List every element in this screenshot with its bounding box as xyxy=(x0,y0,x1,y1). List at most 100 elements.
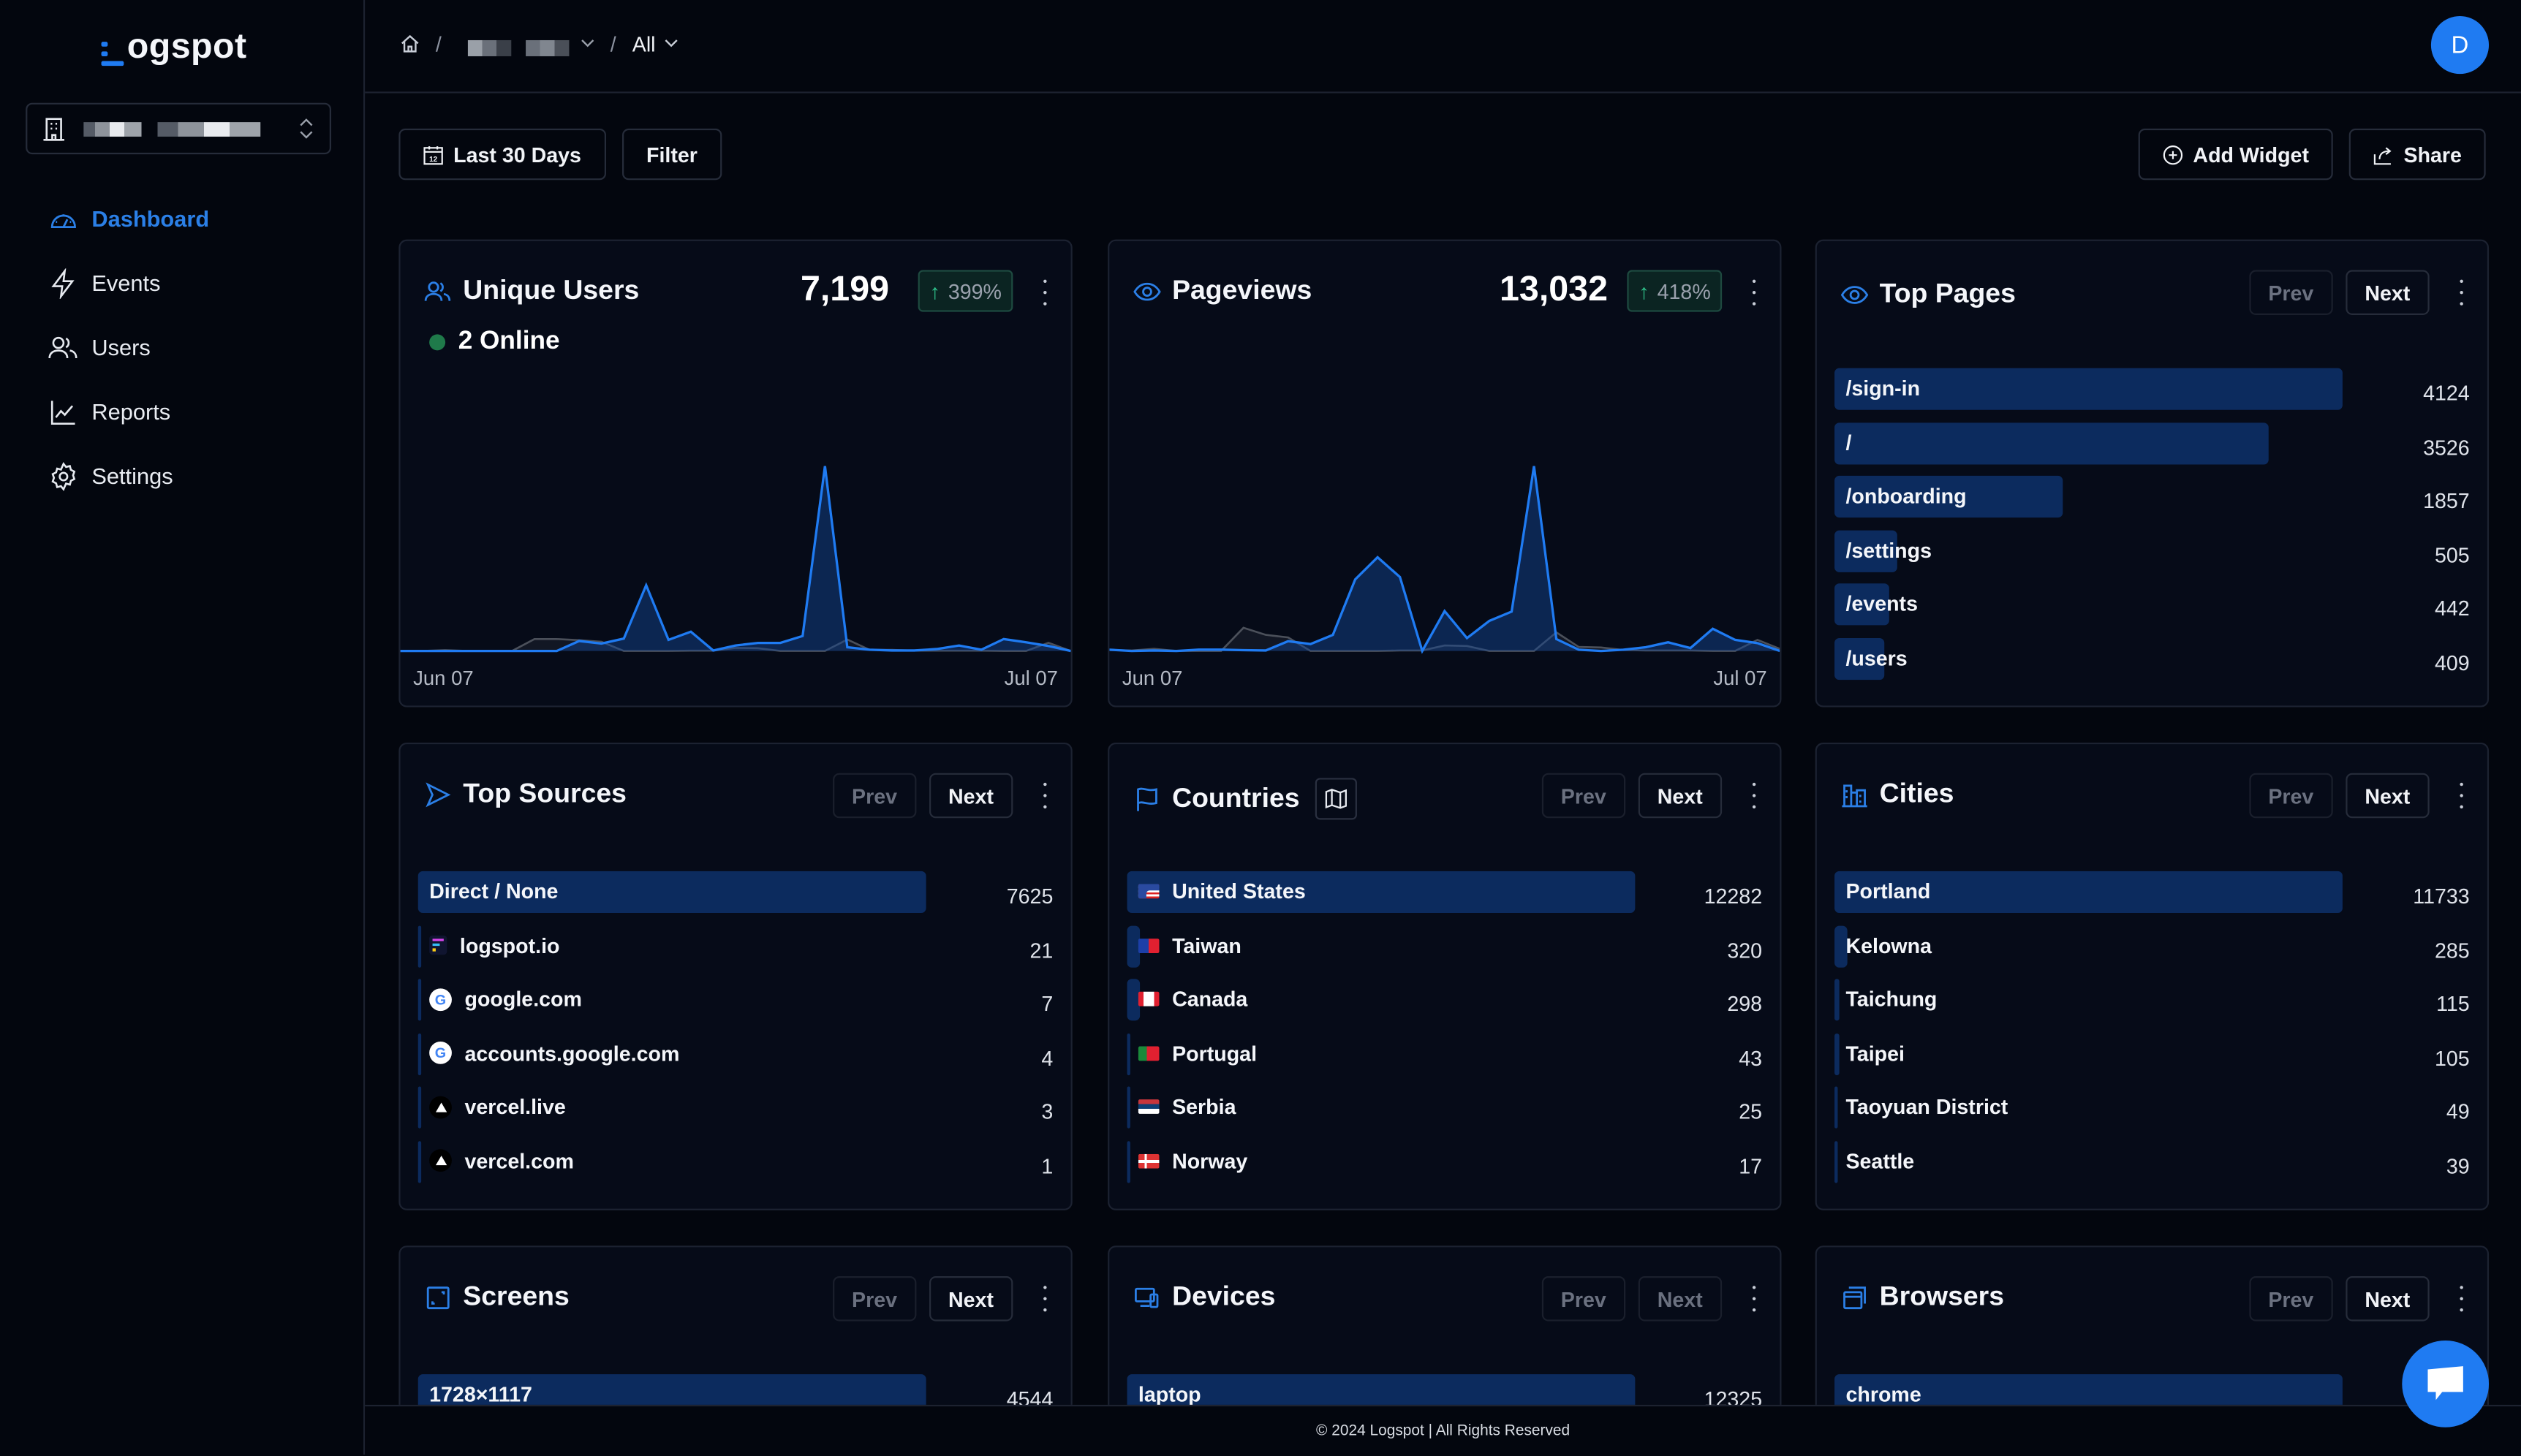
list-item[interactable]: /3526 xyxy=(1834,422,2470,476)
date-range-button[interactable]: 12 Last 30 Days xyxy=(398,129,605,180)
calendar-icon: 12 xyxy=(423,144,444,165)
prev-button[interactable]: Prev xyxy=(2249,270,2333,315)
list-item[interactable]: Serbia25 xyxy=(1127,1087,1762,1141)
widget-title-text: Top Sources xyxy=(463,778,627,810)
flag-icon xyxy=(1133,785,1160,812)
more-options-icon[interactable] xyxy=(2458,783,2465,808)
us-flag-icon xyxy=(1138,884,1160,898)
more-options-icon[interactable] xyxy=(1042,783,1048,808)
sidebar-item-reports[interactable]: Reports xyxy=(48,379,209,444)
list-item[interactable]: Taoyuan District49 xyxy=(1834,1087,2470,1141)
sidebar-item-label: Dashboard xyxy=(91,205,209,231)
sidebar-item-users[interactable]: Users xyxy=(48,315,209,379)
list-item[interactable]: Taichung115 xyxy=(1834,979,2470,1034)
list-item[interactable]: Portland11733 xyxy=(1834,871,2470,925)
next-button[interactable]: Next xyxy=(1638,1276,1722,1322)
next-button[interactable]: Next xyxy=(929,773,1013,819)
list-item[interactable]: Taipei105 xyxy=(1834,1033,2470,1087)
row-label-text: vercel.com xyxy=(465,1149,574,1173)
prev-button[interactable]: Prev xyxy=(1541,1276,1625,1322)
row-bar xyxy=(1127,979,1139,1021)
row-bar xyxy=(418,1141,421,1183)
list-item[interactable]: Direct / None7625 xyxy=(418,871,1054,925)
next-button[interactable]: Next xyxy=(2346,773,2430,819)
more-options-icon[interactable] xyxy=(2458,280,2465,306)
row-value: 1 xyxy=(1041,1154,1053,1178)
more-options-icon[interactable] xyxy=(1751,1286,1758,1311)
more-options-icon[interactable] xyxy=(1751,280,1758,306)
project-selector[interactable] xyxy=(467,31,594,56)
row-value: 12282 xyxy=(1704,884,1763,908)
row-label-text: Canada xyxy=(1172,987,1247,1012)
widget-pageviews: Pageviews 13,032 ↑ 418% Jun 07 Jul 07 xyxy=(1108,240,1781,708)
next-button[interactable]: Next xyxy=(929,1276,1013,1322)
list-item[interactable]: Gaccounts.google.com4 xyxy=(418,1033,1054,1087)
list-item[interactable]: Canada298 xyxy=(1127,979,1762,1034)
row-label: 1728×1117 xyxy=(429,1382,532,1406)
list-item[interactable]: /sign-in4124 xyxy=(1834,368,2470,422)
row-label-text: accounts.google.com xyxy=(465,1041,680,1065)
eye-icon xyxy=(1841,281,1868,308)
city-buildings-icon xyxy=(1841,781,1868,808)
sidebar-item-dashboard[interactable]: Dashboard xyxy=(48,186,209,251)
share-button[interactable]: Share xyxy=(2349,129,2486,180)
add-widget-button[interactable]: Add Widget xyxy=(2139,129,2333,180)
x-axis-start-label: Jun 07 xyxy=(413,667,474,690)
more-options-icon[interactable] xyxy=(1042,280,1048,306)
row-label-text: Taipei xyxy=(1845,1041,1905,1065)
list-item[interactable]: United States12282 xyxy=(1127,871,1762,925)
widget-title-text: Devices xyxy=(1172,1281,1275,1313)
logo[interactable]: ogspot xyxy=(102,26,247,67)
row-label: Canada xyxy=(1138,987,1247,1012)
breadcrumb-separator: / xyxy=(611,31,616,56)
list-item[interactable]: /onboarding1857 xyxy=(1834,476,2470,530)
row-label-text: / xyxy=(1845,430,1851,454)
row-label-text: /onboarding xyxy=(1845,484,1966,508)
more-options-icon[interactable] xyxy=(1042,1286,1048,1311)
row-value: 4 xyxy=(1041,1046,1053,1070)
filter-button[interactable]: Filter xyxy=(622,129,722,180)
prev-button[interactable]: Prev xyxy=(833,773,917,819)
next-button[interactable]: Next xyxy=(2346,1276,2430,1322)
row-label-text: Portland xyxy=(1845,879,1930,903)
map-view-button[interactable] xyxy=(1316,778,1358,819)
prev-button[interactable]: Prev xyxy=(1541,773,1625,819)
environment-selector[interactable]: All xyxy=(632,31,679,56)
more-options-icon[interactable] xyxy=(1751,783,1758,808)
list-item[interactable]: /settings505 xyxy=(1834,530,2470,584)
chat-button[interactable] xyxy=(2402,1341,2489,1427)
row-label: Ggoogle.com xyxy=(429,987,582,1012)
list-item[interactable]: Ggoogle.com7 xyxy=(418,979,1054,1034)
list-item[interactable]: vercel.com 1 xyxy=(418,1141,1054,1195)
chevron-up-down-icon xyxy=(299,118,314,140)
list-item[interactable]: Taiwan320 xyxy=(1127,925,1762,979)
list-item[interactable]: logspot.io21 xyxy=(418,925,1054,979)
list-item[interactable]: Norway17 xyxy=(1127,1141,1762,1195)
widget-unique-users: Unique Users 7,199 ↑ 399% 2 Online Jun 0… xyxy=(398,240,1072,708)
next-button[interactable]: Next xyxy=(2346,270,2430,315)
workspace-switcher[interactable] xyxy=(26,103,331,154)
widget-cities: Cities Prev Next Portland11733Kelowna285… xyxy=(1815,743,2489,1210)
prev-button[interactable]: Prev xyxy=(2249,773,2333,819)
project-name-redacted-2 xyxy=(525,40,568,56)
list-item[interactable]: /events442 xyxy=(1834,584,2470,638)
prev-button[interactable]: Prev xyxy=(833,1276,917,1322)
sidebar-item-settings[interactable]: Settings xyxy=(48,444,209,508)
user-avatar[interactable]: D xyxy=(2431,16,2489,74)
list-item[interactable]: Kelowna285 xyxy=(1834,925,2470,979)
list-item[interactable]: /users409 xyxy=(1834,638,2470,692)
google-favicon-icon: G xyxy=(429,988,452,1011)
next-button[interactable]: Next xyxy=(1638,773,1722,819)
list-item[interactable]: vercel.live3 xyxy=(418,1087,1054,1141)
row-value: 49 xyxy=(2446,1100,2470,1124)
prev-button[interactable]: Prev xyxy=(2249,1276,2333,1322)
list-item[interactable]: Portugal43 xyxy=(1127,1033,1762,1087)
home-icon[interactable] xyxy=(401,34,420,53)
more-options-icon[interactable] xyxy=(2458,1286,2465,1311)
list-item[interactable]: Seattle39 xyxy=(1834,1141,2470,1195)
sidebar-item-events[interactable]: Events xyxy=(48,251,209,315)
send-icon xyxy=(425,781,452,808)
share-label: Share xyxy=(2404,143,2462,167)
row-value: 17 xyxy=(1739,1154,1762,1178)
row-label-text: vercel.live xyxy=(465,1095,566,1119)
